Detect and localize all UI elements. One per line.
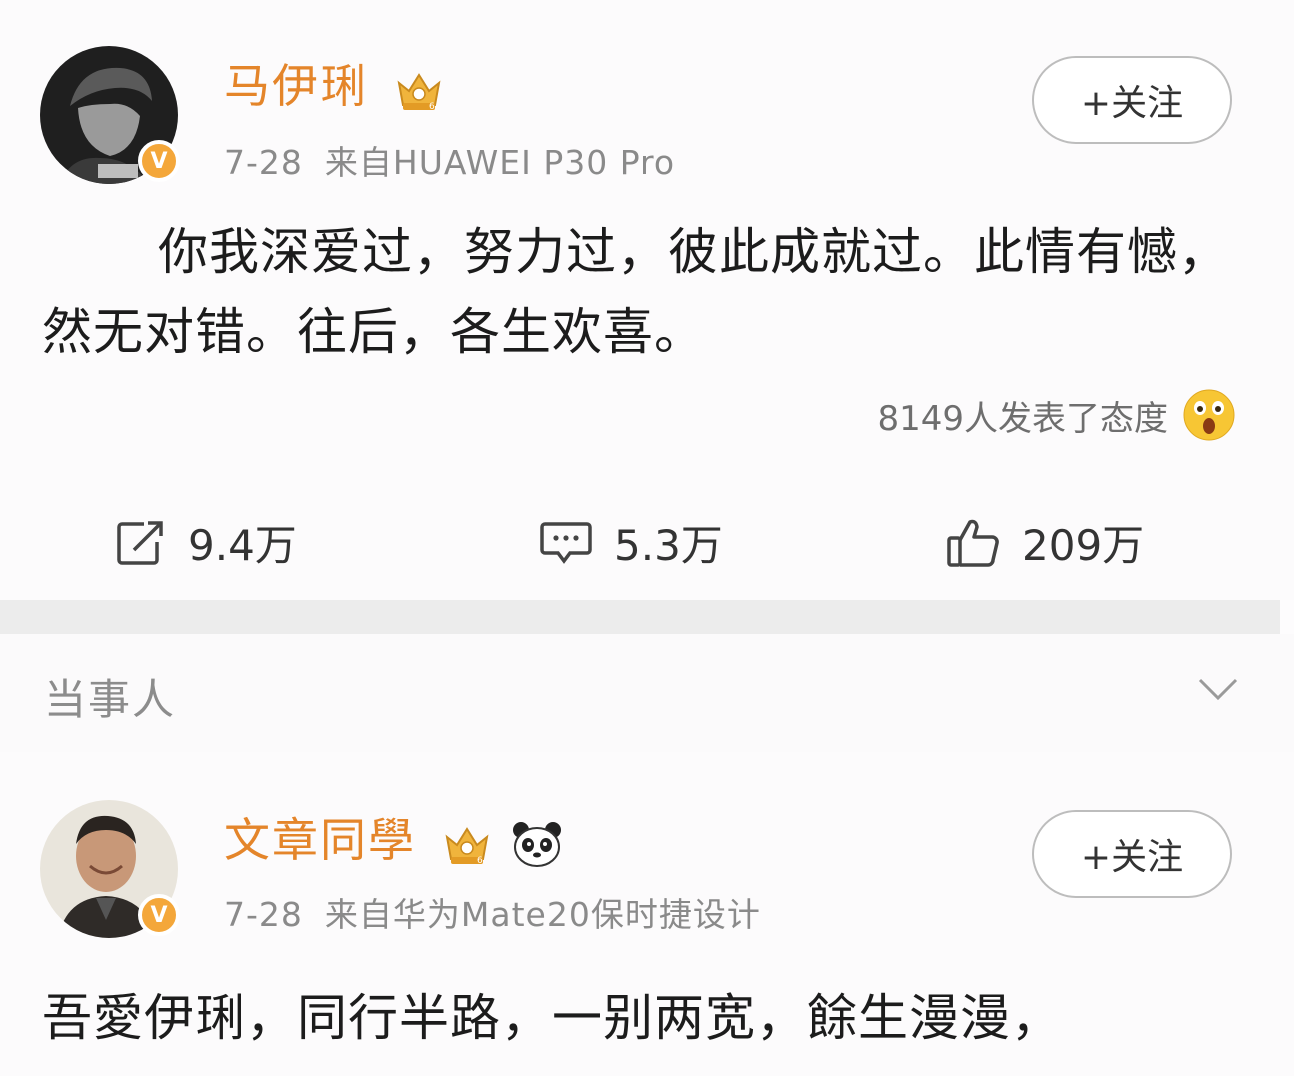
comment-button[interactable]: 5.3万 — [540, 512, 723, 573]
svg-text:6: 6 — [429, 102, 437, 112]
post-source: 来自华为Mate20保时捷设计 — [324, 895, 761, 934]
post-date: 7-28 — [224, 895, 303, 934]
feed-divider — [0, 600, 1280, 634]
weibo-post-2: V 文章同學 6 7-28 来自华为Mate20保时捷设计 +关注 吾愛伊琍，同行… — [0, 752, 1294, 1076]
like-count: 209万 — [1022, 521, 1145, 570]
attitude-summary[interactable]: 8149人发表了态度 — [877, 388, 1236, 442]
post-content: 你我深爱过，努力过，彼此成就过。此情有憾，然无对错。往后，各生欢喜。 — [42, 223, 1229, 361]
post-content: 吾愛伊琍，同行半路，一别两宽，餘生漫漫， — [42, 989, 1062, 1047]
author-name-text[interactable]: 马伊琍 — [224, 59, 368, 113]
avatar[interactable]: V — [40, 800, 180, 938]
surprised-emoji-icon[interactable] — [1182, 388, 1236, 442]
verified-badge: V — [138, 140, 180, 182]
repost-icon — [117, 520, 163, 565]
panda-icon — [513, 821, 562, 867]
action-bar: 9.4万 5.3万 209万 — [0, 490, 1294, 590]
post-date: 7-28 — [224, 143, 303, 182]
attitude-count-text[interactable]: 8149人发表了态度 — [877, 391, 1168, 440]
chevron-down-icon[interactable] — [1196, 674, 1240, 704]
like-button[interactable]: 209万 — [946, 512, 1144, 573]
section-title: 当事人 — [44, 675, 177, 724]
author-name-text[interactable]: 文章同學 — [224, 813, 416, 867]
repost-button[interactable]: 9.4万 — [116, 512, 297, 573]
post-source: 来自HUAWEI P30 Pro — [324, 143, 676, 182]
follow-button[interactable]: +关注 — [1032, 56, 1232, 144]
avatar[interactable]: V — [40, 46, 180, 184]
section-header[interactable]: 当事人 — [0, 634, 1294, 752]
svg-text:6: 6 — [477, 856, 485, 866]
post-meta: 7-28 来自华为Mate20保时捷设计 — [224, 888, 761, 936]
author-name[interactable]: 马伊琍 6 — [224, 50, 443, 116]
thumbs-up-icon — [947, 519, 999, 567]
author-name[interactable]: 文章同學 6 — [224, 804, 563, 870]
follow-button[interactable]: +关注 — [1032, 810, 1232, 898]
verified-badge: V — [138, 894, 180, 936]
crown-badge-icon: 6 — [397, 72, 441, 112]
post-meta: 7-28 来自HUAWEI P30 Pro — [224, 136, 675, 184]
comment-icon — [540, 521, 592, 564]
crown-badge-icon: 6 — [445, 826, 489, 866]
weibo-post-1: V 马伊琍 6 7-28 来自HUAWEI P30 Pro +关注 你我深爱过，努… — [0, 0, 1294, 600]
repost-count: 9.4万 — [188, 521, 297, 570]
comment-count: 5.3万 — [614, 521, 723, 570]
